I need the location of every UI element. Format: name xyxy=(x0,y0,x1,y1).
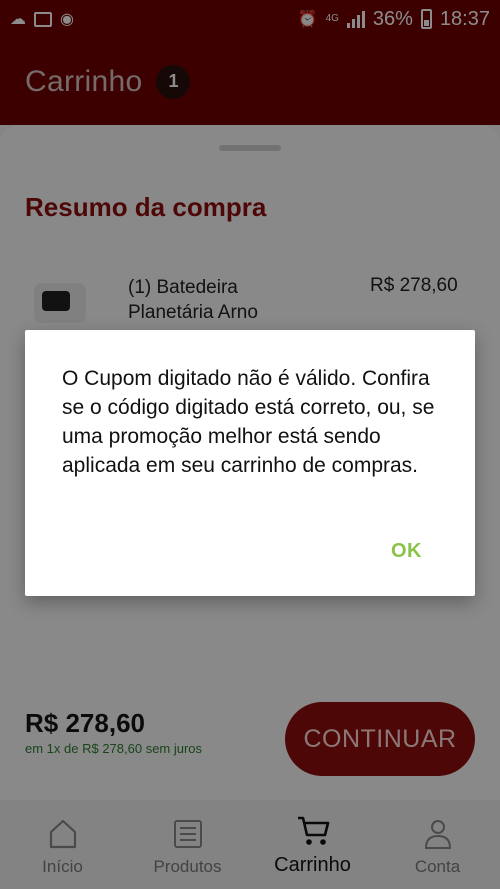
alert-dialog: O Cupom digitado não é válido. Confira s… xyxy=(25,330,475,596)
ok-button[interactable]: OK xyxy=(391,540,422,563)
dialog-message: O Cupom digitado não é válido. Confira s… xyxy=(62,367,435,477)
